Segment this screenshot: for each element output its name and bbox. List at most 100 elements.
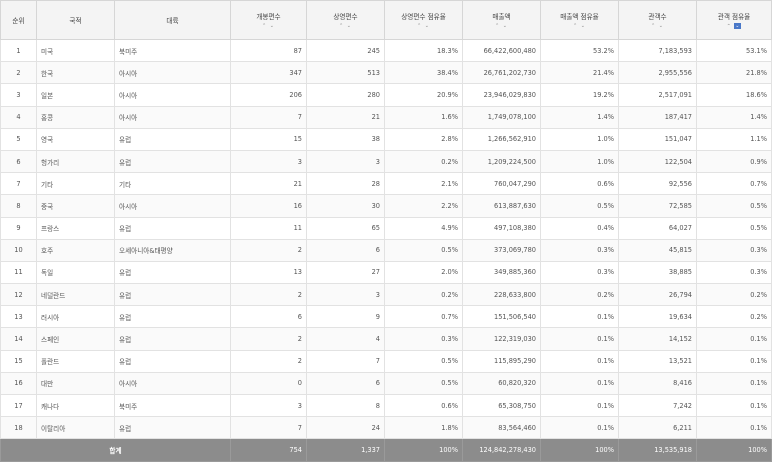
- totals-screenings: 1,337: [306, 438, 385, 462]
- cell-rank: 3: [0, 83, 37, 107]
- cell-screenings: 4: [306, 327, 385, 351]
- cell-country: 캐나다: [36, 393, 115, 418]
- table-row: 3 일본 아시아 206 280 20.9% 23,946,029,830 19.2% 2,51…: [0, 83, 772, 107]
- cell-screenings: 6: [306, 238, 385, 262]
- header-audience-share[interactable]: 관객 점유율 ⌃ ⌄: [696, 0, 772, 40]
- sort-toggle[interactable]: ⌃ ⌄: [697, 22, 771, 29]
- sort-asc-icon[interactable]: ⌃: [339, 23, 344, 29]
- cell-revenue: 23,946,029,830: [462, 83, 541, 107]
- cell-audience-share: 0.2%: [696, 305, 772, 329]
- cell-screening-share: 0.2%: [384, 283, 463, 307]
- header-screenings[interactable]: 상영편수 ⌃ ⌄: [306, 0, 385, 40]
- cell-screening-share: 0.3%: [384, 327, 463, 351]
- cell-revenue-share: 0.4%: [540, 216, 619, 240]
- cell-country: 미국: [36, 38, 115, 63]
- table-header-row: 순위 국적 대륙 개봉편수 ⌃ ⌄ 상영편수 ⌃ ⌄ 상영편수 점유율 ⌃ ⌄ 매출액…: [0, 0, 772, 40]
- cell-releases: 11: [230, 216, 307, 240]
- cell-revenue-share: 1.0%: [540, 127, 619, 151]
- cell-screening-share: 2.1%: [384, 172, 463, 196]
- cell-screening-share: 4.9%: [384, 216, 463, 240]
- cell-continent: 유럽: [114, 305, 231, 329]
- sort-toggle[interactable]: ⌃ ⌄: [541, 23, 618, 29]
- sort-desc-icon[interactable]: ⌄: [503, 23, 508, 29]
- sort-desc-icon[interactable]: ⌄: [270, 23, 275, 29]
- sort-desc-icon[interactable]: ⌄: [581, 23, 586, 29]
- cell-continent: 유럽: [114, 327, 231, 351]
- header-screening-share-label: 상영편수 점유율: [401, 13, 446, 21]
- sort-desc-icon[interactable]: ⌄: [347, 23, 352, 29]
- cell-rank: 11: [0, 260, 37, 285]
- cell-revenue-share: 21.4%: [540, 61, 619, 85]
- sort-asc-icon[interactable]: ⌃: [417, 23, 422, 29]
- cell-continent: 아시아: [114, 61, 231, 85]
- cell-revenue: 83,564,460: [462, 416, 541, 440]
- sort-asc-icon[interactable]: ⌃: [573, 23, 578, 29]
- cell-country: 기타: [36, 172, 115, 196]
- cell-continent: 아시아: [114, 194, 231, 218]
- cell-rank: 8: [0, 194, 37, 218]
- sort-asc-icon[interactable]: ⌃: [651, 23, 656, 29]
- cell-screenings: 38: [306, 127, 385, 151]
- sort-asc-icon[interactable]: ⌃: [262, 23, 267, 29]
- header-audience-label: 관객수: [648, 13, 667, 21]
- cell-country: 일본: [36, 83, 115, 107]
- cell-screening-share: 0.5%: [384, 238, 463, 262]
- cell-rank: 17: [0, 393, 37, 418]
- header-audience[interactable]: 관객수 ⌃ ⌄: [618, 0, 697, 40]
- cell-screenings: 7: [306, 349, 385, 373]
- cell-releases: 206: [230, 83, 307, 107]
- sort-toggle[interactable]: ⌃ ⌄: [619, 23, 696, 29]
- cell-audience-share: 0.5%: [696, 216, 772, 240]
- totals-label: 합계: [0, 438, 231, 462]
- cell-screening-share: 38.4%: [384, 61, 463, 85]
- cell-continent: 아시아: [114, 371, 231, 396]
- table-row: 4 홍콩 아시아 7 21 1.6% 1,749,078,100 1.4% 187,417 1.4…: [0, 105, 772, 129]
- sort-desc-icon[interactable]: ⌄: [425, 23, 430, 29]
- cell-audience: 187,417: [618, 105, 697, 129]
- cell-screenings: 30: [306, 194, 385, 218]
- cell-revenue-share: 0.3%: [540, 260, 619, 285]
- cell-audience: 6,211: [618, 416, 697, 440]
- cell-releases: 7: [230, 416, 307, 440]
- sort-desc-active-icon[interactable]: ⌄: [734, 22, 742, 29]
- header-screening-share[interactable]: 상영편수 점유율 ⌃ ⌄: [384, 0, 463, 40]
- cell-country: 네덜란드: [36, 283, 115, 307]
- sort-asc-icon[interactable]: ⌃: [495, 23, 500, 29]
- cell-screenings: 3: [306, 283, 385, 307]
- cell-country: 이탈리아: [36, 416, 115, 440]
- sort-desc-icon[interactable]: ⌄: [659, 23, 664, 29]
- cell-releases: 2: [230, 238, 307, 262]
- cell-revenue: 60,820,320: [462, 371, 541, 396]
- cell-releases: 15: [230, 127, 307, 151]
- header-releases[interactable]: 개봉편수 ⌃ ⌄: [230, 0, 307, 40]
- cell-revenue-share: 1.0%: [540, 149, 619, 174]
- cell-country: 헝가리: [36, 149, 115, 174]
- cell-audience: 13,521: [618, 349, 697, 373]
- table-row: 18 이탈리아 유럽 7 24 1.8% 83,564,460 0.1% 6,211 0.1%: [0, 416, 772, 440]
- cell-revenue: 349,885,360: [462, 260, 541, 285]
- cell-releases: 0: [230, 371, 307, 396]
- cell-rank: 16: [0, 371, 37, 396]
- cell-audience-share: 0.9%: [696, 149, 772, 174]
- table-row: 5 영국 유럽 15 38 2.8% 1,266,562,910 1.0% 151,047 1.1…: [0, 127, 772, 151]
- cell-continent: 기타: [114, 172, 231, 196]
- header-revenue-share[interactable]: 매출액 점유율 ⌃ ⌄: [540, 0, 619, 40]
- table-row: 17 캐나다 북미주 3 8 0.6% 65,308,750 0.1% 7,242 0.1%: [0, 393, 772, 418]
- sort-toggle[interactable]: ⌃ ⌄: [231, 23, 306, 29]
- cell-screening-share: 2.0%: [384, 260, 463, 285]
- sort-toggle[interactable]: ⌃ ⌄: [385, 23, 462, 29]
- cell-revenue: 26,761,202,730: [462, 61, 541, 85]
- cell-rank: 2: [0, 61, 37, 85]
- sort-asc-icon[interactable]: ⌃: [727, 23, 732, 29]
- cell-audience-share: 0.5%: [696, 194, 772, 218]
- table-row: 6 헝가리 유럽 3 3 0.2% 1,209,224,500 1.0% 122,504 0.9%: [0, 149, 772, 174]
- sort-toggle[interactable]: ⌃ ⌄: [307, 23, 384, 29]
- header-revenue[interactable]: 매출액 ⌃ ⌄: [462, 0, 541, 40]
- header-continent-label: 대륙: [166, 17, 179, 25]
- table-row: 9 프랑스 유럽 11 65 4.9% 497,108,380 0.4% 64,027 0.5%: [0, 216, 772, 240]
- cell-screenings: 65: [306, 216, 385, 240]
- cell-revenue: 66,422,600,480: [462, 38, 541, 63]
- cell-country: 호주: [36, 238, 115, 262]
- sort-toggle[interactable]: ⌃ ⌄: [463, 23, 540, 29]
- cell-screenings: 245: [306, 38, 385, 63]
